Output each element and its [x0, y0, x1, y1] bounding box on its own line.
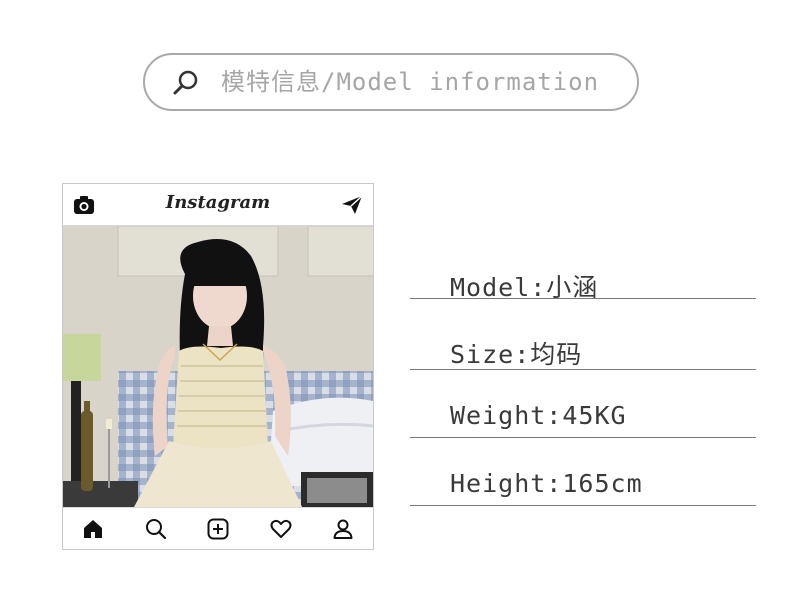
model-photo	[63, 226, 373, 509]
instagram-bottom-nav	[63, 507, 373, 549]
search-bar[interactable]: 模特信息/Model information	[143, 53, 639, 111]
model-size: Size:均码	[450, 340, 583, 369]
divider-line	[410, 298, 756, 299]
divider-line	[410, 505, 756, 506]
home-icon[interactable]	[81, 517, 105, 541]
divider-line	[410, 437, 756, 438]
heart-icon[interactable]	[269, 517, 293, 541]
instagram-mockup: Instagram	[62, 183, 374, 550]
model-height: Height:165cm	[450, 469, 643, 498]
add-post-icon[interactable]	[206, 517, 230, 541]
search-icon[interactable]	[144, 517, 168, 541]
send-icon[interactable]	[341, 195, 363, 215]
instagram-header: Instagram	[63, 184, 373, 226]
search-text: 模特信息/Model information	[221, 68, 600, 96]
instagram-logo: Instagram	[165, 192, 271, 213]
model-weight: Weight:45KG	[450, 401, 627, 430]
divider-line	[410, 369, 756, 370]
search-icon	[173, 70, 198, 95]
profile-icon[interactable]	[331, 517, 355, 541]
